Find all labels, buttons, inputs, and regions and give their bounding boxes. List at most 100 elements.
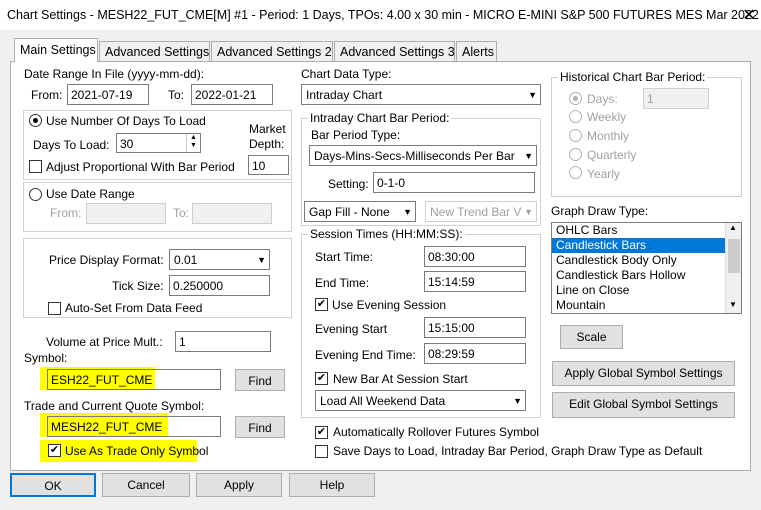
- cancel-button[interactable]: Cancel: [102, 473, 190, 497]
- historical-group-label: Historical Chart Bar Period:: [558, 70, 708, 84]
- evening-end-label: Evening End Time:: [315, 348, 416, 362]
- apply-button[interactable]: Apply: [196, 473, 282, 497]
- evening-start-input[interactable]: 15:15:00: [424, 317, 526, 338]
- new-bar-checkbox[interactable]: ✔: [315, 372, 328, 385]
- volume-mult-label: Volume at Price Mult.:: [46, 335, 163, 349]
- setting-input[interactable]: 0-1-0: [373, 172, 535, 193]
- ok-button[interactable]: OK: [10, 473, 96, 497]
- historical-yearly-radio: [569, 166, 582, 179]
- auto-set-checkbox[interactable]: [48, 302, 61, 315]
- historical-days-label: Days:: [587, 92, 618, 106]
- apply-global-symbol-button[interactable]: Apply Global Symbol Settings: [552, 361, 735, 386]
- start-time-input[interactable]: 08:30:00: [424, 246, 526, 267]
- rollover-label: Automatically Rollover Futures Symbol: [333, 425, 540, 439]
- graph-list-scrollbar[interactable]: ▲ ▼: [725, 223, 741, 313]
- use-days-label: Use Number Of Days To Load: [46, 114, 206, 128]
- adjust-proportional-label: Adjust Proportional With Bar Period: [46, 160, 235, 174]
- trade-symbol-input[interactable]: MESH22_FUT_CME: [47, 416, 221, 437]
- evening-session-label: Use Evening Session: [332, 298, 447, 312]
- edit-global-symbol-button[interactable]: Edit Global Symbol Settings: [552, 392, 735, 418]
- from-label: From:: [31, 88, 63, 102]
- market-depth-label-2: Depth:: [249, 137, 285, 151]
- range-from-label: From:: [50, 206, 82, 220]
- price-format-label: Price Display Format:: [49, 253, 164, 267]
- date-range-label: Date Range In File (yyyy-mm-dd):: [24, 67, 205, 81]
- chart-data-type-value: Intraday Chart: [306, 88, 383, 102]
- tab-main-settings[interactable]: Main Settings: [14, 38, 98, 62]
- scale-button[interactable]: Scale: [560, 325, 623, 349]
- symbol-label: Symbol:: [24, 351, 68, 365]
- end-time-input[interactable]: 15:14:59: [424, 271, 526, 292]
- use-date-range-label: Use Date Range: [46, 187, 135, 201]
- volume-mult-input[interactable]: 1: [175, 331, 271, 352]
- auto-set-label: Auto-Set From Data Feed: [65, 301, 203, 315]
- use-date-range-radio[interactable]: [29, 188, 42, 201]
- tab-advanced-settings-2[interactable]: Advanced Settings 2: [211, 41, 333, 61]
- file-to-date[interactable]: 2022-01-21: [191, 84, 273, 105]
- gap-fill-value: Gap Fill - None: [309, 205, 390, 219]
- price-format-select[interactable]: 0.01 ▼: [169, 249, 270, 270]
- tab-advanced-settings-3[interactable]: Advanced Settings 3: [334, 41, 455, 61]
- chevron-down-icon: ▼: [257, 255, 266, 265]
- list-item[interactable]: Mountain: [552, 298, 741, 313]
- evening-end-input[interactable]: 08:29:59: [424, 343, 526, 364]
- chevron-down-icon: ▼: [513, 396, 522, 406]
- historical-monthly-radio: [569, 129, 582, 142]
- save-default-checkbox[interactable]: [315, 445, 328, 458]
- symbol-find-button[interactable]: Find: [235, 369, 285, 391]
- historical-days-radio: [569, 92, 582, 105]
- load-weekend-value: Load All Weekend Data: [320, 394, 446, 408]
- market-depth-label-1: Market: [249, 122, 286, 136]
- range-to-label: To:: [173, 206, 190, 220]
- list-item[interactable]: Candlestick Bars: [552, 238, 741, 253]
- use-days-radio[interactable]: [29, 114, 42, 127]
- bar-period-type-value: Days-Mins-Secs-Milliseconds Per Bar: [314, 149, 515, 163]
- evening-session-checkbox[interactable]: ✔: [315, 298, 328, 311]
- tick-size-input[interactable]: 0.250000: [169, 275, 270, 296]
- market-depth-input[interactable]: 10: [248, 155, 289, 175]
- graph-draw-type-list[interactable]: OHLC Bars Candlestick Bars Candlestick B…: [551, 222, 742, 314]
- symbol-input[interactable]: ESH22_FUT_CME: [47, 369, 221, 390]
- chevron-down-icon: ▼: [528, 90, 537, 100]
- file-from-date[interactable]: 2021-07-19: [67, 84, 149, 105]
- new-trend-bar-select: New Trend Bar V ▼: [425, 201, 537, 222]
- tab-advanced-settings[interactable]: Advanced Settings: [99, 41, 210, 61]
- tab-alerts[interactable]: Alerts: [456, 41, 497, 61]
- list-item[interactable]: OHLC Bars: [552, 223, 741, 238]
- adjust-proportional-checkbox[interactable]: [29, 160, 42, 173]
- days-spinner[interactable]: ▲ ▼: [186, 134, 200, 152]
- session-group-label: Session Times (HH:MM:SS):: [308, 227, 465, 241]
- historical-weekly-radio: [569, 110, 582, 123]
- chevron-down-icon: ▼: [403, 207, 412, 217]
- start-time-label: Start Time:: [315, 250, 374, 264]
- gap-fill-select[interactable]: Gap Fill - None ▼: [304, 201, 416, 222]
- chevron-down-icon[interactable]: ▼: [729, 300, 737, 309]
- list-item[interactable]: Candlestick Bars Hollow: [552, 268, 741, 283]
- list-item[interactable]: Candlestick Body Only: [552, 253, 741, 268]
- chevron-up-icon[interactable]: ▲: [729, 223, 737, 232]
- trade-symbol-find-button[interactable]: Find: [235, 416, 285, 438]
- close-icon[interactable]: ✕: [741, 5, 757, 25]
- window-title: Chart Settings - MESH22_FUT_CME[M] #1 - …: [7, 8, 759, 22]
- intraday-group-label: Intraday Chart Bar Period:: [308, 111, 452, 125]
- range-from-input: [86, 203, 166, 224]
- evening-start-label: Evening Start: [315, 322, 388, 336]
- days-to-load-label: Days To Load:: [33, 138, 110, 152]
- chart-data-type-select[interactable]: Intraday Chart ▼: [301, 84, 541, 105]
- setting-label: Setting:: [328, 177, 369, 191]
- historical-weekly-label: Weekly: [587, 110, 627, 124]
- list-item[interactable]: Line on Close: [552, 283, 741, 298]
- help-button[interactable]: Help: [289, 473, 375, 497]
- trade-only-checkbox[interactable]: ✔: [48, 444, 61, 457]
- trade-only-label: Use As Trade Only Symbol: [65, 444, 209, 458]
- historical-yearly-label: Yearly: [587, 167, 620, 181]
- bar-period-type-label: Bar Period Type:: [311, 128, 401, 142]
- load-weekend-select[interactable]: Load All Weekend Data ▼: [315, 390, 526, 411]
- rollover-checkbox[interactable]: ✔: [315, 426, 328, 439]
- historical-monthly-label: Monthly: [587, 129, 630, 143]
- tick-size-label: Tick Size:: [112, 279, 164, 293]
- scrollbar-thumb[interactable]: [728, 239, 740, 273]
- bar-period-type-select[interactable]: Days-Mins-Secs-Milliseconds Per Bar ▼: [309, 145, 537, 166]
- price-format-value: 0.01: [174, 253, 198, 267]
- new-trend-bar-value: New Trend Bar V: [430, 205, 522, 219]
